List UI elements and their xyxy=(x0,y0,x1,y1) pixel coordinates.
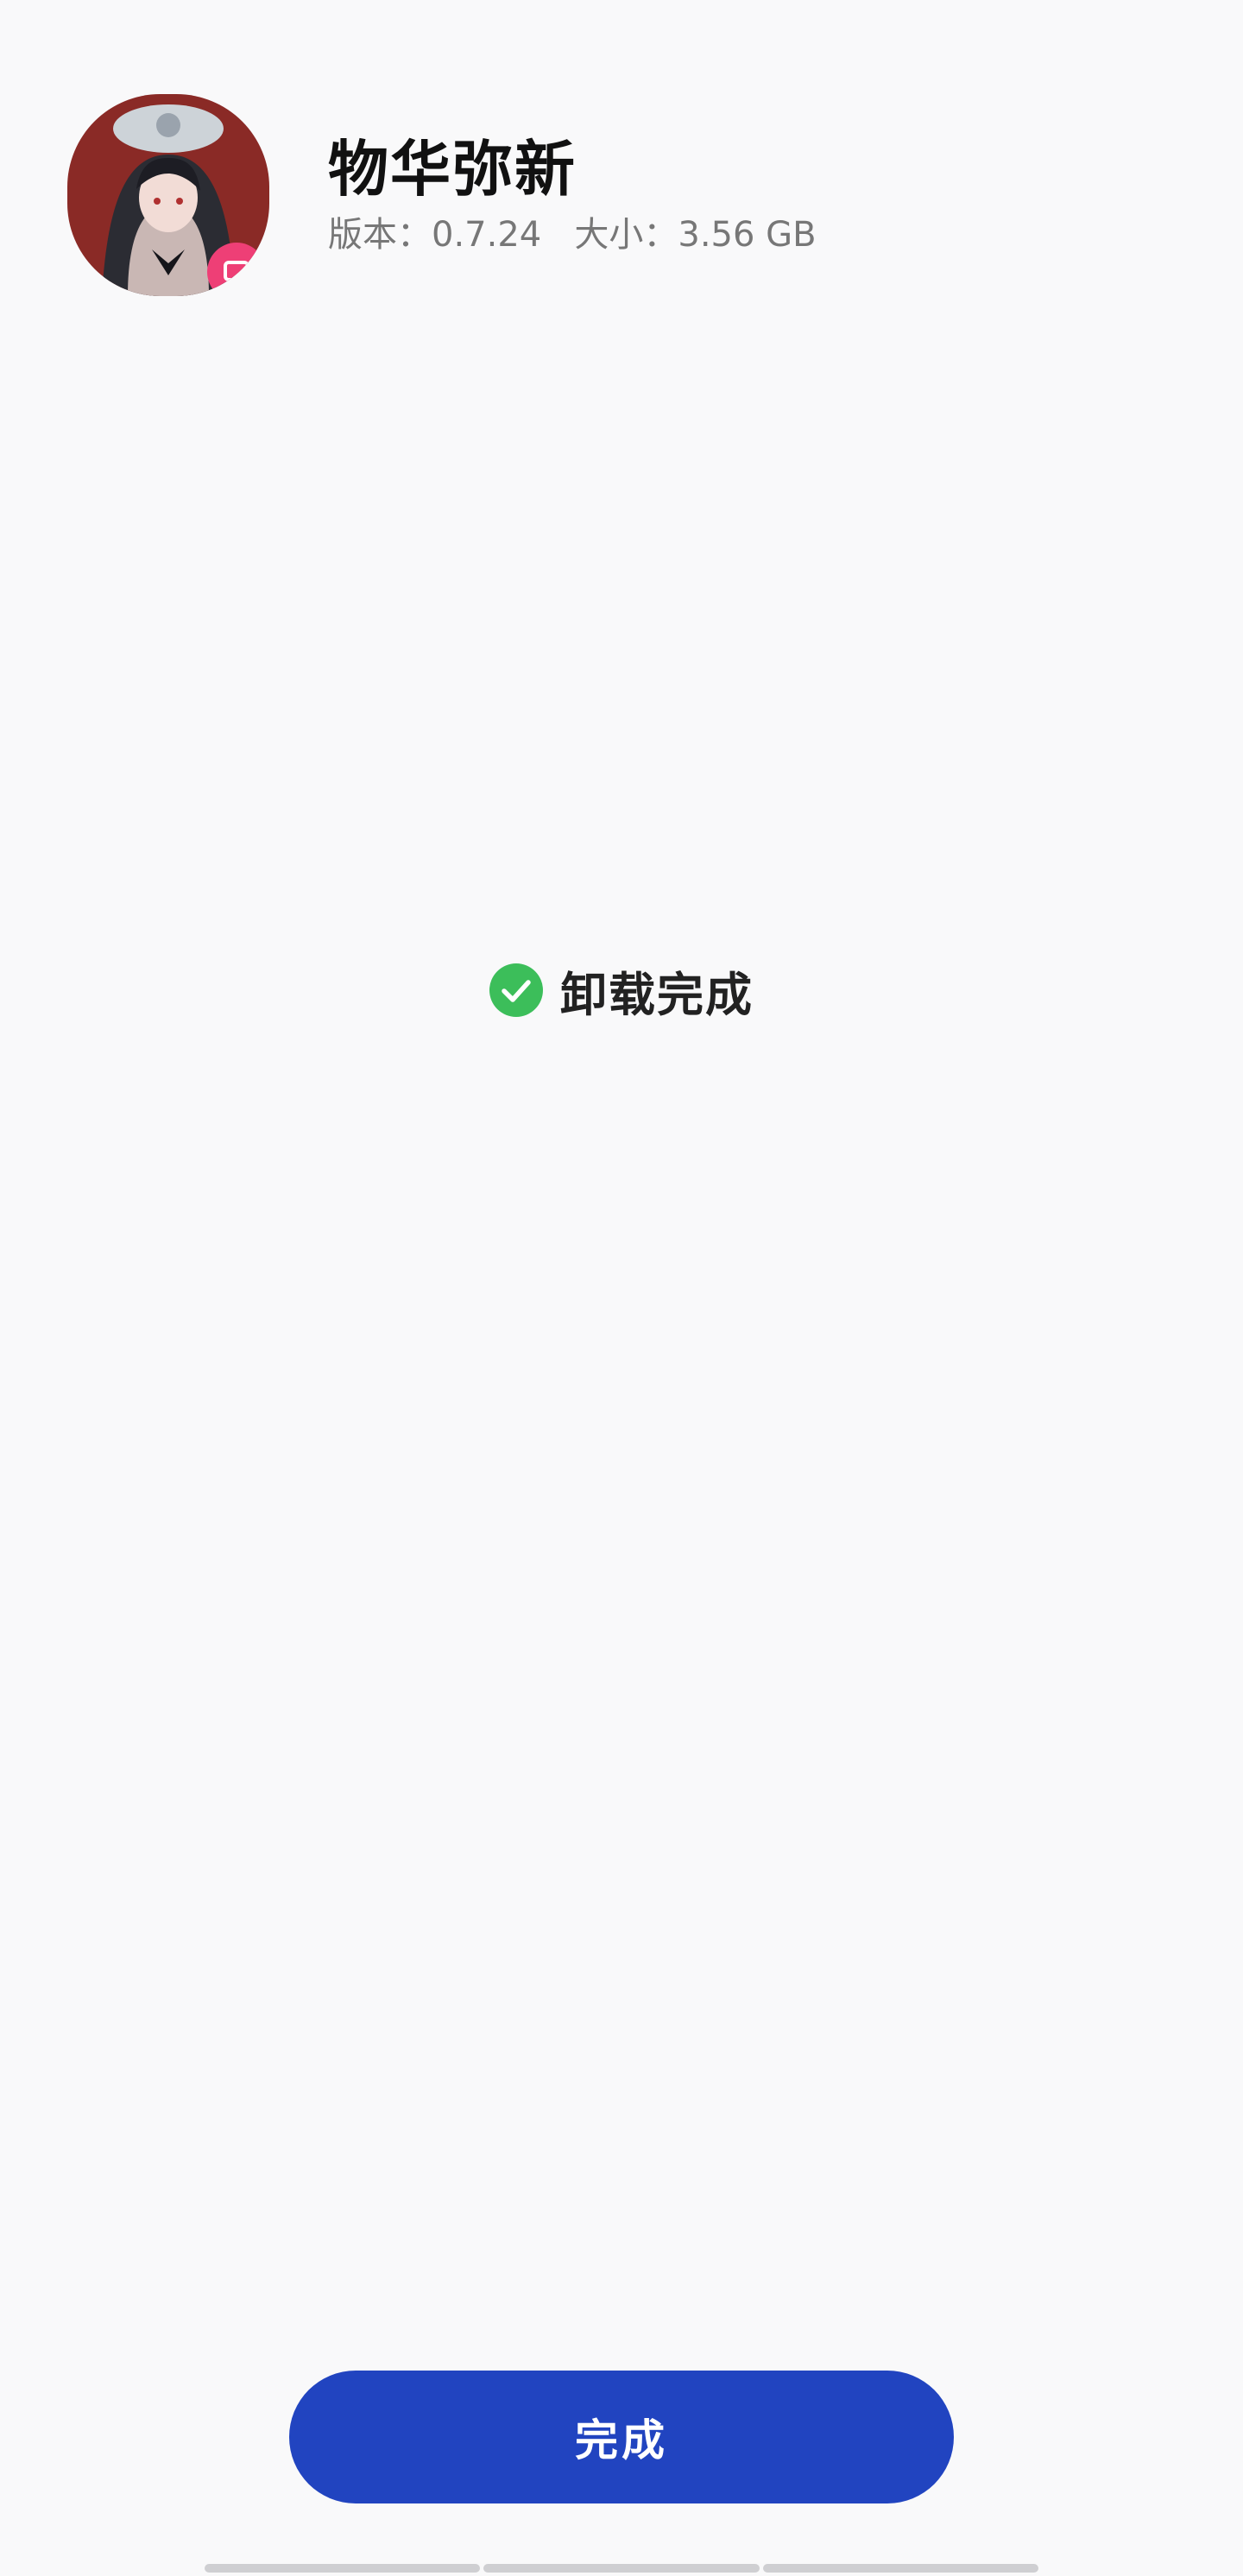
navigation-bar[interactable] xyxy=(205,2564,1038,2573)
nav-segment xyxy=(762,2564,1038,2573)
nav-segment xyxy=(205,2564,481,2573)
info-spacer xyxy=(541,215,574,255)
app-name: 物华弥新 xyxy=(328,133,577,205)
check-circle-icon xyxy=(489,963,543,1017)
app-meta: 物华弥新 版本：0.7.24 大小：3.56 GB xyxy=(328,135,817,256)
size-label: 大小： xyxy=(574,215,678,256)
size-value: 3.56 GB xyxy=(678,215,817,256)
app-header: 物华弥新 版本：0.7.24 大小：3.56 GB xyxy=(67,94,817,296)
app-icon xyxy=(67,94,269,296)
done-button[interactable]: 完成 xyxy=(289,2371,954,2503)
nav-segment xyxy=(483,2564,760,2573)
version-value: 0.7.24 xyxy=(432,215,542,256)
version-label: 版本： xyxy=(328,215,432,256)
uninstall-status: 卸载完成 xyxy=(0,960,1243,1022)
status-text: 卸载完成 xyxy=(560,967,754,1022)
app-info: 版本：0.7.24 大小：3.56 GB xyxy=(328,214,817,256)
